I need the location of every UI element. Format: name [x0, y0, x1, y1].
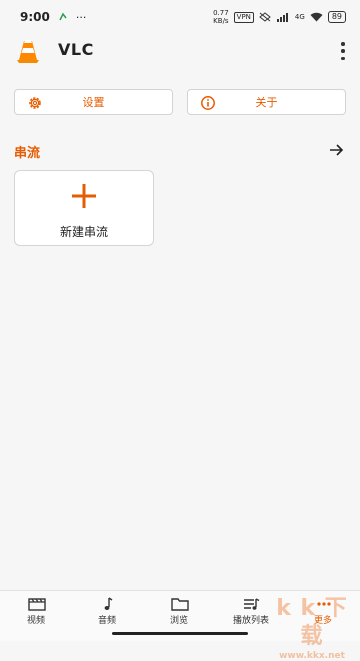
playlist-icon: [244, 598, 260, 610]
folder-icon: [171, 598, 189, 611]
vlc-logo-icon: [17, 40, 39, 63]
nav-label-more: 更多: [313, 616, 332, 626]
nav-item-browse[interactable]: 浏览: [149, 591, 209, 627]
nav-item-more[interactable]: 更多: [293, 591, 353, 627]
mute-icon: [259, 12, 271, 22]
vpn-indicator: VPN: [233, 11, 254, 23]
gear-icon: [29, 97, 41, 109]
video-icon: [28, 598, 46, 611]
more-notifications-icon: ···: [75, 10, 87, 24]
nav-label-playlists: 播放列表: [232, 616, 269, 626]
nav-label-video: 视频: [26, 616, 45, 626]
wifi-icon: [310, 12, 323, 22]
status-time: 9:00: [20, 10, 50, 24]
nav-label-audio: 音频: [97, 616, 116, 626]
watermark-url: www.kkx.net: [279, 651, 345, 661]
nav-item-audio[interactable]: 音频: [77, 591, 137, 627]
notification-icon: [59, 12, 67, 21]
section-title-streams: 串流: [14, 146, 41, 161]
overflow-menu-icon[interactable]: [340, 42, 346, 60]
plus-icon: [72, 184, 96, 208]
about-button[interactable]: 关于: [187, 89, 346, 115]
nav-item-playlists[interactable]: 播放列表: [221, 591, 281, 627]
app-bar: VLC: [0, 34, 360, 68]
nav-label-browse: 浏览: [169, 616, 188, 626]
network-type-label: 4G: [294, 13, 305, 21]
home-indicator: [112, 632, 248, 635]
network-speed: 0.77 KB/s: [213, 9, 229, 25]
settings-button[interactable]: 设置: [14, 89, 173, 115]
app-title: VLC: [58, 40, 94, 59]
info-icon: [201, 96, 215, 110]
arrow-right-icon[interactable]: [328, 142, 344, 158]
nav-item-video[interactable]: 视频: [6, 591, 66, 627]
signal-icon: [276, 13, 288, 22]
battery-indicator: 89: [327, 11, 346, 23]
new-stream-label: 新建串流: [59, 225, 108, 239]
settings-label: 设置: [82, 96, 105, 109]
status-bar: 9:00 ··· 0.77 KB/s VPN 4G 89: [0, 0, 360, 34]
more-icon: [317, 602, 331, 606]
about-label: 关于: [255, 96, 278, 109]
new-stream-card[interactable]: 新建串流: [14, 170, 154, 246]
music-note-icon: [104, 597, 113, 610]
